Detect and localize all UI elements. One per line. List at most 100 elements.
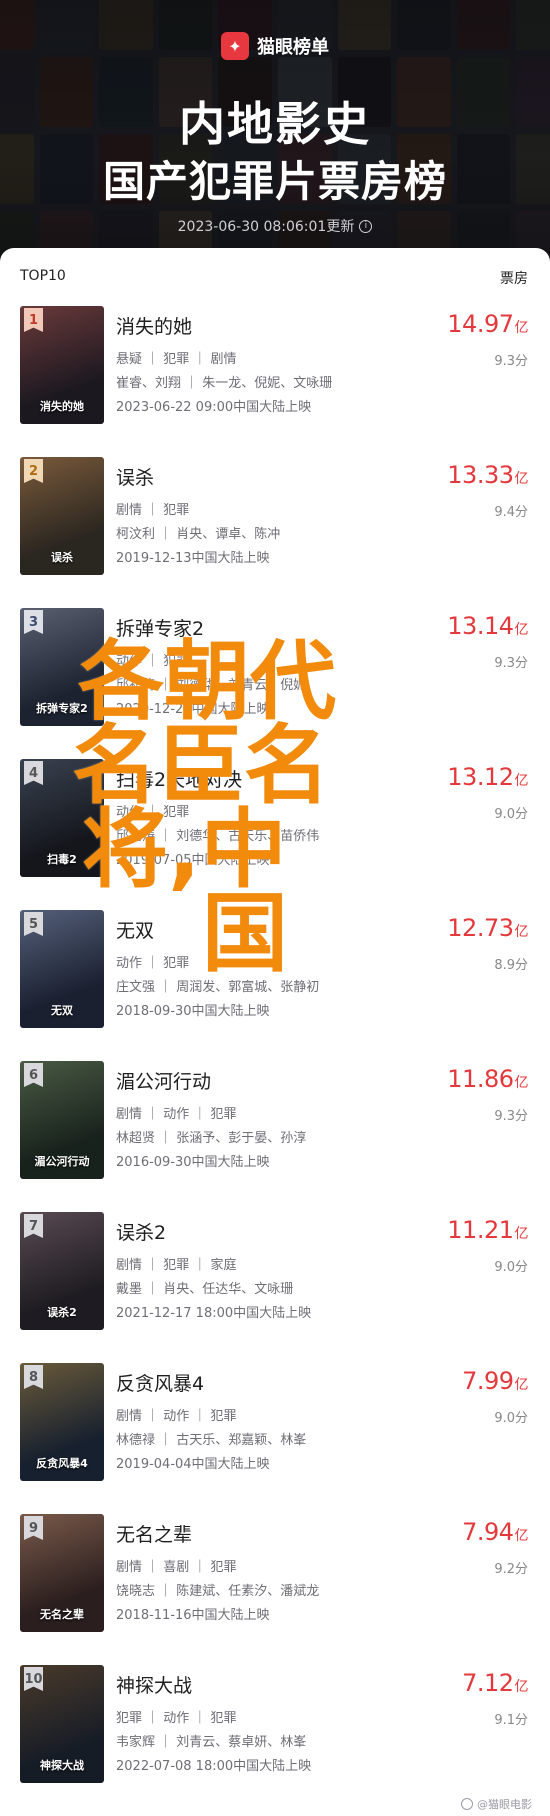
box-office-value: 12.73 [447,914,514,942]
movie-release: 2023-06-22 09:00中国大陆上映 [116,400,312,415]
list-item[interactable]: 湄公河行动 6 湄公河行动 剧情 ｜ 动作 ｜ 犯罪 林超贤 ｜ 张涵予、彭于晏、孙淳 2… [0,1053,550,1204]
movie-cast: 邱礼涛 ｜ 刘德华、刘青云、倪妮 [116,678,307,693]
box-office: 13.14亿 [447,612,528,640]
list-item[interactable]: 无名之辈 9 无名之辈 剧情 ｜ 喜剧 ｜ 犯罪 饶晓志 ｜ 陈建斌、任素汐、潘斌龙 20… [0,1506,550,1657]
timestamp-text: 2023-06-30 08:06:01更新 [177,219,355,235]
list-item[interactable]: 拆弹专家2 3 拆弹专家2 动作 ｜ 犯罪 邱礼涛 ｜ 刘德华、刘青云、倪妮 2020-1… [0,600,550,751]
box-office-unit: 亿 [514,773,529,789]
movie-genres: 剧情 ｜ 动作 ｜ 犯罪 [116,1107,237,1122]
movie-title[interactable]: 无双 [116,916,154,943]
box-office: 13.33亿 [447,461,528,489]
box-office-unit: 亿 [514,1226,529,1242]
brand-name: 猫眼榜单 [257,37,329,58]
box-office-unit: 亿 [514,1679,529,1695]
box-office-value: 7.99 [462,1367,514,1395]
movie-title[interactable]: 反贪风暴4 [116,1369,204,1396]
brand-bar: ✦ 猫眼榜单 [0,32,550,60]
movie-cast: 庄文强 ｜ 周润发、郭富城、张静初 [116,980,320,995]
movie-release: 2019-07-05中国大陆上映 [116,853,270,868]
box-office-unit: 亿 [514,622,529,638]
box-office-unit: 亿 [514,1377,529,1393]
movie-genres: 犯罪 ｜ 动作 ｜ 犯罪 [116,1711,237,1726]
page-subtitle: 国产犯罪片票房榜 [102,157,447,206]
movie-title[interactable]: 拆弹专家2 [116,614,204,641]
box-office-value: 11.86 [447,1065,514,1093]
movie-cast: 韦家辉 ｜ 刘青云、蔡卓妍、林峯 [116,1735,307,1750]
maoyan-logo-icon: ✦ [221,32,249,60]
poster-title: 反贪风暴4 [36,1457,88,1470]
box-office: 7.12亿 [462,1669,528,1697]
movie-title[interactable]: 神探大战 [116,1671,192,1698]
movie-genres: 动作 ｜ 犯罪 [116,805,190,820]
list-item[interactable]: 神探大战 10 神探大战 犯罪 ｜ 动作 ｜ 犯罪 韦家辉 ｜ 刘青云、蔡卓妍、林峯 20… [0,1657,550,1808]
movie-genres: 剧情 ｜ 犯罪 ｜ 家庭 [116,1258,237,1273]
box-office: 7.94亿 [462,1518,528,1546]
box-office-unit: 亿 [514,471,529,487]
movie-release: 2022-07-08 18:00中国大陆上映 [116,1759,312,1774]
movie-release: 2018-11-16中国大陆上映 [116,1608,270,1623]
poster-title: 扫毒2 [47,853,77,866]
movie-release: 2021-12-17 18:00中国大陆上映 [116,1306,312,1321]
poster-title: 湄公河行动 [34,1155,90,1168]
box-office-value: 13.33 [447,461,514,489]
box-office-value: 13.12 [447,763,514,791]
movie-title[interactable]: 无名之辈 [116,1520,192,1547]
poster-title: 拆弹专家2 [36,702,88,715]
list-item[interactable]: 无双 5 无双 动作 ｜ 犯罪 庄文强 ｜ 周润发、郭富城、张静初 2018-09-30中… [0,902,550,1053]
box-office-unit: 亿 [514,924,529,940]
movie-score: 9.2分 [494,1562,528,1577]
list-item[interactable]: 扫毒2 4 扫毒2天地对决 动作 ｜ 犯罪 邱礼涛 ｜ 刘德华、古天乐、苗侨伟 2019-… [0,751,550,902]
weibo-icon [461,1798,473,1810]
movie-release: 2019-12-13中国大陆上映 [116,551,270,566]
movie-title[interactable]: 扫毒2天地对决 [116,765,242,792]
box-office: 11.86亿 [447,1065,528,1093]
box-office-unit: 亿 [514,1528,529,1544]
credit-text: @猫眼电影 [477,1798,532,1811]
movie-release: 2020-12-24中国大陆上映 [116,702,270,717]
movie-score: 9.0分 [494,807,528,822]
box-office-value: 13.14 [447,612,514,640]
ranking-header: ✦ 猫眼榜单 内地影史 国产犯罪片票房榜 2023-06-30 08:06:01… [0,0,550,262]
movie-title[interactable]: 误杀2 [116,1218,166,1245]
movie-cast: 戴墨 ｜ 肖央、任达华、文咏珊 [116,1282,294,1297]
poster-title: 误杀2 [47,1306,77,1319]
info-icon[interactable]: i [359,219,373,233]
update-timestamp: 2023-06-30 08:06:01更新 i [0,216,550,236]
movie-cast: 林超贤 ｜ 张涵予、彭于晏、孙淳 [116,1131,307,1146]
movie-score: 9.3分 [494,1109,528,1124]
box-office-value: 7.94 [462,1518,514,1546]
movie-genres: 悬疑 ｜ 犯罪 ｜ 剧情 [116,352,237,367]
movie-release: 2016-09-30中国大陆上映 [116,1155,270,1170]
list-header-boxoffice: 票房 [500,271,528,287]
page-title: 内地影史 [179,97,371,151]
source-credit: @猫眼电影 [461,1796,532,1812]
movie-score: 9.3分 [494,354,528,369]
list-item[interactable]: 反贪风暴4 8 反贪风暴4 剧情 ｜ 动作 ｜ 犯罪 林德禄 ｜ 古天乐、郑嘉颖、林峯 2… [0,1355,550,1506]
poster-title: 消失的她 [40,400,84,413]
movie-score: 9.0分 [494,1260,528,1275]
poster-title: 无名之辈 [40,1608,84,1621]
movie-score: 9.3分 [494,656,528,671]
box-office: 7.99亿 [462,1367,528,1395]
box-office: 11.21亿 [447,1216,528,1244]
movie-title[interactable]: 误杀 [116,463,154,490]
poster-title: 神探大战 [40,1759,84,1772]
box-office-unit: 亿 [514,1075,529,1091]
box-office-value: 7.12 [462,1669,514,1697]
ranking-card: TOP10 票房 消失的她 1 消失的她 悬疑 ｜ 犯罪 ｜ 剧情 崔睿、刘翔 ｜ 朱一… [0,248,550,1816]
poster-title: 无双 [51,1004,73,1017]
movie-list: 消失的她 1 消失的她 悬疑 ｜ 犯罪 ｜ 剧情 崔睿、刘翔 ｜ 朱一龙、倪妮、文咏珊 2… [0,298,550,1808]
list-header-top10: TOP10 [20,268,66,284]
list-item[interactable]: 误杀2 7 误杀2 剧情 ｜ 犯罪 ｜ 家庭 戴墨 ｜ 肖央、任达华、文咏珊 2021-1… [0,1204,550,1355]
list-item[interactable]: 误杀 2 误杀 剧情 ｜ 犯罪 柯汶利 ｜ 肖央、谭卓、陈冲 2019-12-13中国大陆… [0,449,550,600]
movie-genres: 剧情 ｜ 犯罪 [116,503,190,518]
movie-title[interactable]: 湄公河行动 [116,1067,211,1094]
movie-cast: 崔睿、刘翔 ｜ 朱一龙、倪妮、文咏珊 [116,376,333,391]
box-office-value: 14.97 [447,310,514,338]
movie-title[interactable]: 消失的她 [116,312,192,339]
movie-release: 2019-04-04中国大陆上映 [116,1457,270,1472]
list-item[interactable]: 消失的她 1 消失的她 悬疑 ｜ 犯罪 ｜ 剧情 崔睿、刘翔 ｜ 朱一龙、倪妮、文咏珊 2… [0,298,550,449]
box-office: 14.97亿 [447,310,528,338]
list-header: TOP10 票房 [20,268,528,288]
movie-genres: 动作 ｜ 犯罪 [116,956,190,971]
